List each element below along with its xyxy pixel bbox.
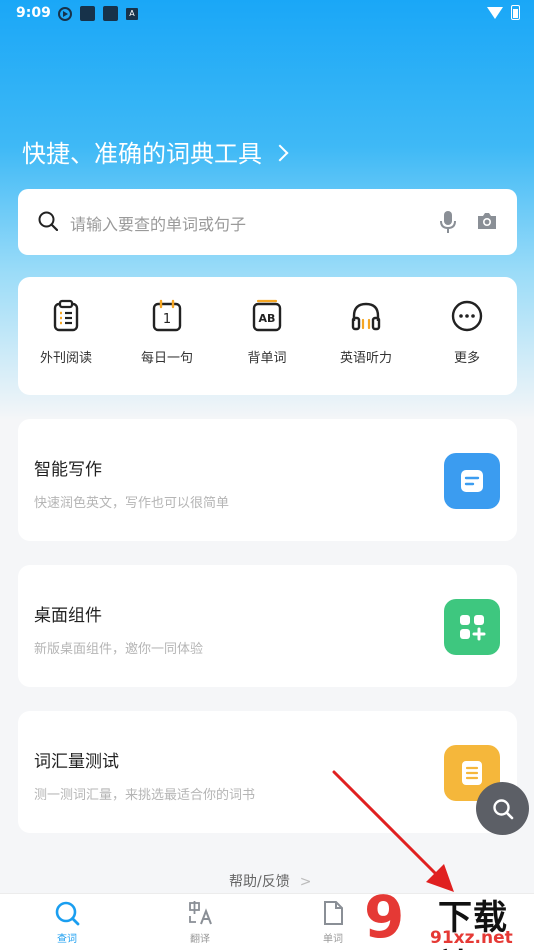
quick-action-label: 英语听力 (339, 351, 392, 366)
quick-action-label: 背单词 (247, 351, 287, 366)
battery-icon (511, 5, 520, 20)
camera-icon[interactable] (476, 211, 498, 231)
play-icon (58, 6, 72, 21)
flashcard-icon: AB (252, 299, 282, 332)
feature-subtitle: 新版桌面组件，邀你一同体验 (34, 642, 204, 657)
flashcard-icon-glyph: AB (259, 312, 276, 325)
quick-action-daily-sentence[interactable]: 1 每日一句 (122, 299, 212, 366)
feature-title: 词汇量测试 (34, 752, 119, 772)
feature-card-smart-writing[interactable]: 智能写作 快速润色英文，写作也可以很简单 (18, 419, 517, 541)
more-icon (451, 300, 483, 332)
quick-action-label: 外刊阅读 (39, 351, 92, 366)
newspaper-icon (53, 299, 79, 332)
translate-icon (189, 901, 212, 925)
headphones-icon (351, 302, 381, 331)
feature-subtitle: 快速润色英文，写作也可以很简单 (34, 496, 230, 511)
search-icon (38, 211, 58, 231)
calendar-icon: 1 (152, 299, 182, 332)
status-bar: 9:09 A (0, 0, 534, 28)
system-icons (487, 5, 520, 20)
tab-wordbook[interactable]: 单词 (303, 900, 363, 945)
chevron-right-icon: > (299, 874, 312, 890)
feature-title: 桌面组件 (34, 606, 102, 626)
widget-grid-icon (444, 599, 500, 655)
search-icon (55, 901, 80, 926)
feature-card-desktop-widget[interactable]: 桌面组件 新版桌面组件，邀你一同体验 (18, 565, 517, 687)
quick-action-label: 更多 (453, 351, 480, 366)
search-bar[interactable]: 请输入要查的单词或句子 (18, 189, 517, 255)
status-time: 9:09 (16, 5, 51, 21)
microphone-icon[interactable] (439, 210, 457, 234)
app-square-icon (80, 6, 95, 21)
quick-action-label: 每日一句 (140, 351, 193, 366)
feature-subtitle: 测一测词汇量，来挑选最适合你的词书 (34, 788, 256, 803)
help-feedback-label: 帮助/反馈 (229, 874, 290, 890)
quick-action-newspaper[interactable]: 外刊阅读 (21, 299, 111, 366)
search-input[interactable]: 请输入要查的单词或句子 (70, 211, 246, 235)
calendar-icon-glyph: 1 (163, 312, 171, 327)
quick-actions-card: 外刊阅读 1 每日一句 AB 背单词 英语听力 更多 (18, 277, 517, 395)
app-letter-icon: A (126, 7, 138, 20)
app-square-icon (103, 6, 118, 21)
wordbook-icon (324, 901, 343, 925)
feature-card-vocab-test[interactable]: 词汇量测试 测一测词汇量，来挑选最适合你的词书 (18, 711, 517, 833)
tab-translate[interactable]: 翻译 (170, 900, 230, 945)
quick-action-more[interactable]: 更多 (422, 299, 512, 366)
quick-action-listening[interactable]: 英语听力 (321, 299, 411, 366)
tab-label: 单词 (323, 934, 343, 945)
feature-title: 智能写作 (34, 460, 102, 480)
chevron-right-icon (271, 144, 289, 161)
document-icon (444, 453, 500, 509)
search-icon (492, 798, 513, 819)
tab-label: 翻译 (190, 934, 210, 945)
quick-action-vocabulary[interactable]: AB 背单词 (222, 299, 312, 366)
bottom-navigation: 查词 翻译 单词 (0, 893, 534, 950)
headline-text: 快捷、准确的词典工具 (22, 140, 262, 168)
notification-icons: A (58, 6, 138, 21)
floating-search-button[interactable] (476, 782, 529, 835)
wifi-icon (487, 6, 503, 19)
tab-lookup[interactable]: 查词 (37, 900, 97, 945)
headline-link[interactable]: 快捷、准确的词典工具 (22, 134, 289, 169)
help-feedback-link[interactable]: 帮助/反馈 > (229, 871, 311, 891)
tab-label: 查词 (57, 934, 77, 945)
